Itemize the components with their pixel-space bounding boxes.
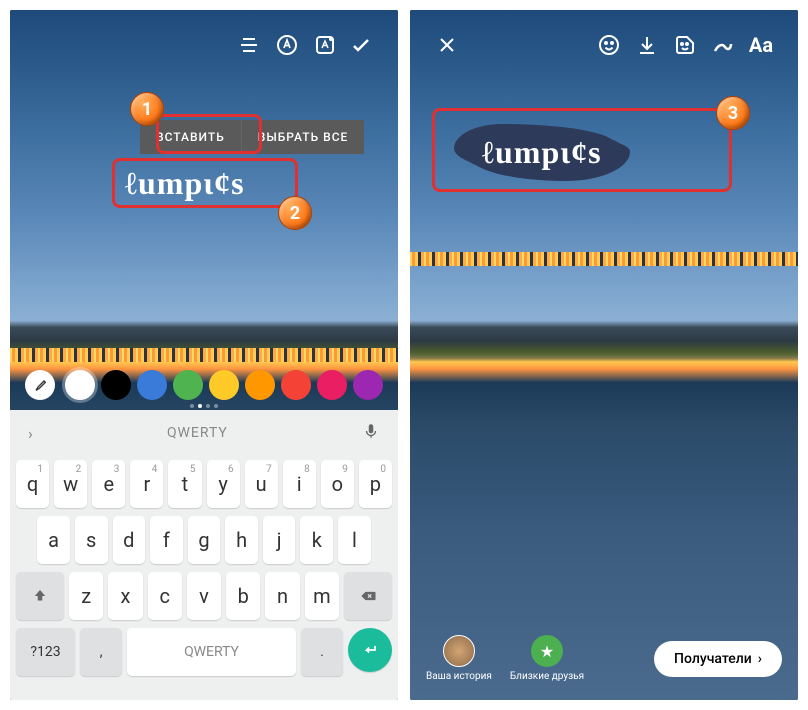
page-dots — [190, 404, 218, 408]
key-m[interactable]: m — [305, 572, 339, 620]
city-lights — [10, 348, 398, 362]
color-swatch[interactable] — [101, 370, 131, 400]
share-bar: Ваша история ★ Близкие друзья Получатели… — [410, 635, 798, 682]
key-b[interactable]: b — [226, 572, 260, 620]
key-j[interactable]: j — [263, 516, 296, 564]
chevron-right-icon: › — [758, 651, 762, 667]
key-k[interactable]: k — [300, 516, 333, 564]
color-swatch[interactable] — [245, 370, 275, 400]
color-swatch[interactable] — [173, 370, 203, 400]
key-t[interactable]: t5 — [168, 460, 201, 508]
keyboard-suggestion[interactable]: QWERTY — [33, 425, 362, 441]
key-p[interactable]: p0 — [359, 460, 392, 508]
keyboard: › QWERTY q1w2e3r4t5y6u7i8o9p0 asdfghjkl … — [10, 410, 398, 700]
editor-toolbar — [10, 20, 398, 70]
key-d[interactable]: d — [113, 516, 146, 564]
sticker-icon[interactable] — [668, 28, 702, 62]
draw-icon[interactable] — [706, 28, 740, 62]
close-icon[interactable] — [430, 28, 464, 62]
annotation-badge-2: 2 — [278, 196, 312, 230]
space-key[interactable]: QWERTY — [127, 628, 296, 676]
annotation-badge-3: 3 — [716, 96, 750, 130]
annotation-badge-1: 1 — [130, 92, 164, 126]
period-key[interactable]: . — [301, 628, 343, 676]
recipients-button[interactable]: Получатели › — [654, 641, 782, 677]
city-lights — [410, 252, 798, 266]
eyedropper-icon[interactable] — [25, 370, 55, 400]
mic-icon[interactable] — [362, 422, 380, 444]
key-s[interactable]: s — [75, 516, 108, 564]
text-bg-icon[interactable] — [308, 28, 342, 62]
annotation-box-1 — [156, 114, 262, 154]
color-swatch[interactable] — [317, 370, 347, 400]
key-y[interactable]: y6 — [207, 460, 240, 508]
symbols-key[interactable]: ?123 — [16, 628, 75, 676]
key-w[interactable]: w2 — [54, 460, 87, 508]
key-l[interactable]: l — [338, 516, 371, 564]
shift-key[interactable] — [16, 572, 64, 620]
key-o[interactable]: o9 — [321, 460, 354, 508]
annotation-box-2 — [112, 158, 298, 208]
done-checkmark[interactable] — [344, 28, 378, 62]
key-i[interactable]: i8 — [283, 460, 316, 508]
key-a[interactable]: a — [37, 516, 70, 564]
key-n[interactable]: n — [265, 572, 299, 620]
your-story-target[interactable]: Ваша история — [426, 635, 492, 682]
emoji-key[interactable]: , — [80, 628, 122, 676]
color-swatch[interactable] — [209, 370, 239, 400]
font-style-icon[interactable] — [270, 28, 304, 62]
key-x[interactable]: x — [108, 572, 142, 620]
key-v[interactable]: v — [187, 572, 221, 620]
download-icon[interactable] — [630, 28, 664, 62]
key-c[interactable]: c — [148, 572, 182, 620]
story-toolbar: Aa — [410, 20, 798, 70]
color-palette — [10, 370, 398, 400]
backspace-key[interactable] — [344, 572, 392, 620]
star-icon: ★ — [531, 635, 563, 667]
key-g[interactable]: g — [188, 516, 221, 564]
key-h[interactable]: h — [225, 516, 258, 564]
align-icon[interactable] — [232, 28, 266, 62]
face-filter-icon[interactable] — [592, 28, 626, 62]
enter-key[interactable] — [348, 628, 392, 672]
color-swatch[interactable] — [65, 370, 95, 400]
annotation-box-3 — [432, 108, 732, 192]
color-swatch[interactable] — [137, 370, 167, 400]
key-z[interactable]: z — [69, 572, 103, 620]
key-r[interactable]: r4 — [130, 460, 163, 508]
color-swatch[interactable] — [353, 370, 383, 400]
close-friends-target[interactable]: ★ Близкие друзья — [510, 635, 584, 682]
key-q[interactable]: q1 — [16, 460, 49, 508]
avatar — [443, 635, 475, 667]
key-f[interactable]: f — [150, 516, 183, 564]
key-u[interactable]: u7 — [245, 460, 278, 508]
color-swatch[interactable] — [281, 370, 311, 400]
key-e[interactable]: e3 — [92, 460, 125, 508]
text-tool-label[interactable]: Aa — [744, 28, 778, 62]
